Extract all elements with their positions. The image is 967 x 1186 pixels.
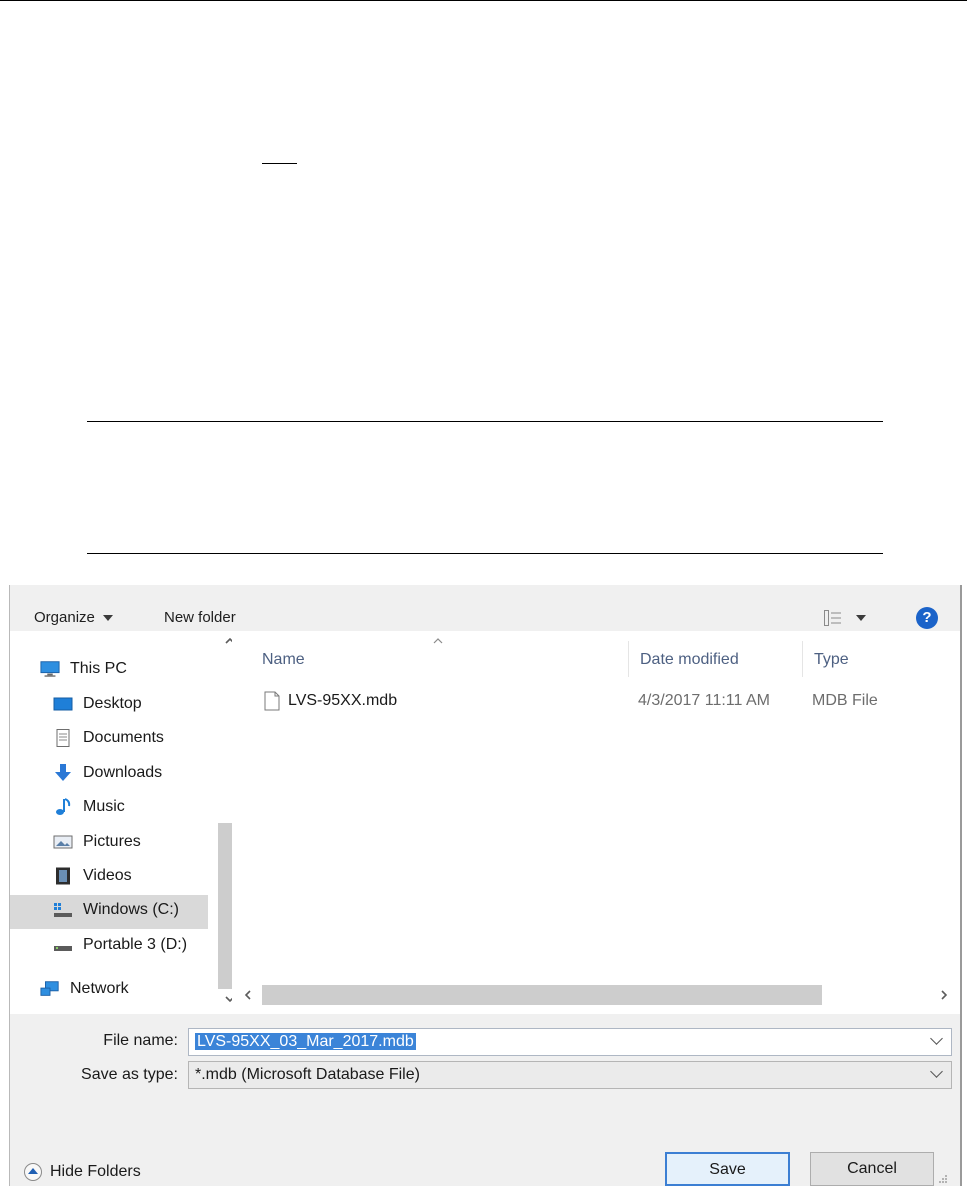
nav-item-downloads[interactable]: Downloads (53, 764, 162, 782)
nav-label: Portable 3 (D:) (83, 936, 188, 953)
videos-icon (56, 867, 70, 885)
nav-label: Pictures (83, 833, 141, 850)
drive-c-icon (54, 903, 72, 917)
save-as-type-label: Save as type: (81, 1066, 178, 1083)
view-dropdown-chevron-icon[interactable] (856, 615, 866, 621)
nav-item-desktop[interactable]: Desktop (53, 695, 142, 713)
nav-item-music[interactable]: Music (53, 798, 125, 816)
file-name: LVS-95XX.mdb (288, 692, 398, 709)
nav-item-videos[interactable]: Videos (53, 867, 132, 885)
nav-item-windows-c[interactable]: Windows (C:) (53, 901, 179, 919)
top-rule (0, 0, 967, 1)
nav-label: Network (70, 980, 129, 997)
file-name-input[interactable]: LVS-95XX_03_Mar_2017.mdb (188, 1028, 952, 1056)
new-folder-button[interactable]: New folder (164, 609, 236, 626)
organize-label: Organize (34, 609, 95, 626)
nav-label: Windows (C:) (83, 901, 180, 918)
desktop-icon (53, 697, 73, 711)
file-date-modified: 4/3/2017 11:11 AM (638, 692, 770, 709)
middle-rule-upper (87, 421, 883, 422)
hide-folders-label: Hide Folders (50, 1163, 141, 1180)
file-type: MDB File (812, 692, 878, 709)
network-icon (40, 981, 59, 996)
drive-d-icon (54, 946, 72, 951)
nav-item-portable-d[interactable]: Portable 3 (D:) (53, 936, 187, 954)
save-button[interactable]: Save (665, 1152, 790, 1186)
scroll-left-arrow-icon[interactable] (244, 989, 252, 1001)
column-header-type[interactable]: Type (814, 651, 849, 669)
nav-label: Desktop (83, 695, 142, 712)
nav-item-network[interactable]: Network (40, 980, 129, 998)
chevron-down-icon[interactable] (930, 1065, 943, 1078)
nav-item-documents[interactable]: Documents (53, 729, 164, 747)
sort-ascending-icon (433, 638, 443, 644)
downloads-icon (55, 764, 71, 781)
view-options-icon[interactable] (824, 610, 842, 626)
music-icon (56, 798, 71, 815)
command-bar: Organize New folder ? (10, 585, 960, 631)
dialog-right-border (960, 585, 962, 1186)
file-name-value: LVS-95XX_03_Mar_2017.mdb (195, 1033, 416, 1050)
file-icon (264, 691, 280, 711)
nav-item-this-pc[interactable]: This PC (40, 660, 127, 678)
save-dialog: Organize New folder ? This PC Desktop Do… (0, 585, 967, 1186)
help-button[interactable]: ? (916, 607, 938, 629)
column-header-date-modified[interactable]: Date modified (640, 651, 739, 669)
navigation-pane: This PC Desktop Documents Downloads Musi… (10, 631, 242, 1014)
file-row[interactable]: LVS-95XX.mdb 4/3/2017 11:11 AM MDB File (262, 683, 952, 719)
collapse-up-icon (24, 1163, 42, 1181)
nav-label: Videos (83, 867, 132, 884)
computer-icon (40, 661, 60, 677)
nav-label: Music (83, 798, 125, 815)
column-separator[interactable] (802, 641, 803, 677)
column-separator[interactable] (628, 641, 629, 677)
chevron-down-icon (102, 615, 113, 622)
nav-item-pictures[interactable]: Pictures (53, 833, 141, 851)
middle-rule-lower (87, 553, 883, 554)
file-list-pane: Name Date modified Type LVS-95XX.mdb 4/3… (232, 631, 960, 1014)
file-horizontal-scrollbar[interactable] (232, 980, 960, 1014)
cancel-button[interactable]: Cancel (810, 1152, 934, 1186)
horizontal-scroll-thumb[interactable] (262, 985, 822, 1005)
resize-grip-icon[interactable] (938, 1174, 948, 1184)
chevron-down-icon[interactable] (930, 1032, 943, 1045)
scroll-right-arrow-icon[interactable] (940, 989, 948, 1001)
dialog-left-edge (0, 585, 9, 1186)
file-name-label: File name: (103, 1032, 178, 1049)
save-as-type-select[interactable]: *.mdb (Microsoft Database File) (188, 1061, 952, 1089)
nav-label: Documents (83, 729, 164, 746)
documents-icon (56, 729, 70, 747)
pictures-icon (53, 835, 73, 849)
column-header-name[interactable]: Name (262, 651, 305, 669)
save-form: File name: LVS-95XX_03_Mar_2017.mdb Save… (10, 1014, 960, 1186)
nav-label: Downloads (83, 764, 163, 781)
nav-label: This PC (70, 660, 127, 677)
organize-button[interactable]: Organize (34, 609, 113, 626)
save-as-type-value: *.mdb (Microsoft Database File) (195, 1066, 420, 1083)
short-underline (262, 163, 297, 164)
hide-folders-button[interactable]: Hide Folders (24, 1163, 141, 1181)
